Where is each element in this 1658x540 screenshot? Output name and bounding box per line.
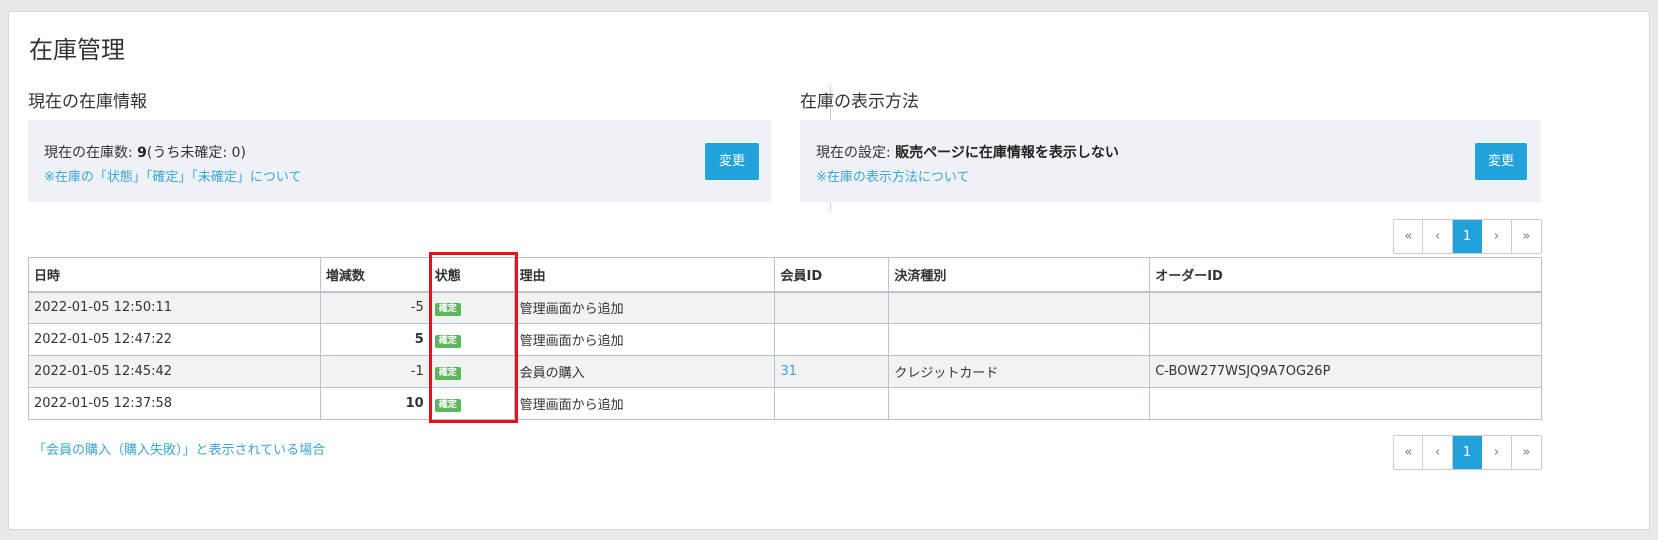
change-stock-button[interactable]: 変更 (705, 143, 759, 180)
table-row: 2022-01-05 12:37:58 10 確定 管理画面から追加 (28, 387, 1542, 420)
cell-payment: クレジットカード (888, 355, 1151, 388)
purchase-failed-help-link[interactable]: 「会員の購入（購入失敗）」と表示されている場合 (33, 439, 325, 458)
cell-payment (888, 323, 1151, 356)
first-page-button[interactable]: « (1394, 436, 1424, 469)
stock-count-label: 現在の在庫数: (44, 145, 138, 161)
cell-reason: 管理画面から追加 (513, 291, 776, 324)
cell-order-id (1149, 387, 1542, 420)
cell-reason: 管理画面から追加 (513, 387, 776, 420)
cell-reason: 管理画面から追加 (513, 323, 776, 356)
display-method-box: 現在の設定: 販売ページに在庫情報を表示しない ※在庫の表示方法について 変更 (800, 120, 1541, 202)
header-payment: 決済種別 (888, 257, 1151, 293)
prev-page-button[interactable]: ‹ (1423, 436, 1453, 469)
cell-date: 2022-01-05 12:47:22 (28, 323, 321, 356)
cell-delta: -1 (319, 355, 430, 388)
next-page-button[interactable]: › (1482, 436, 1512, 469)
display-method-help-link[interactable]: ※在庫の表示方法について (816, 166, 970, 185)
cell-payment (888, 387, 1151, 420)
cell-date: 2022-01-05 12:37:58 (28, 387, 321, 420)
table-header-row: 日時 増減数 状態 理由 会員ID 決済種別 オーダーID (28, 257, 1542, 293)
last-page-button[interactable]: » (1512, 220, 1541, 253)
header-order-id: オーダーID (1149, 257, 1542, 293)
header-member-id: 会員ID (774, 257, 890, 293)
cell-status: 確定 (428, 323, 515, 356)
status-badge: 確定 (434, 302, 461, 316)
page-1-button[interactable]: 1 (1452, 220, 1483, 253)
stock-count-value: 9 (137, 145, 147, 161)
first-page-button[interactable]: « (1394, 220, 1424, 253)
stock-management-panel: 在庫管理 現在の在庫情報 現在の在庫数: 9(うち未確定: 0) ※在庫の「状態… (8, 11, 1650, 530)
header-reason: 理由 (513, 257, 776, 293)
stock-history-table: 日時 増減数 状態 理由 会員ID 決済種別 オーダーID 2022-01-05… (28, 257, 1542, 420)
display-method-title: 在庫の表示方法 (800, 92, 919, 112)
cell-date: 2022-01-05 12:45:42 (28, 355, 321, 388)
member-id-link[interactable]: 31 (780, 364, 797, 379)
cell-date: 2022-01-05 12:50:11 (28, 291, 321, 324)
stock-count-line: 現在の在庫数: 9(うち未確定: 0) (44, 142, 246, 162)
table-row: 2022-01-05 12:45:42 -1 確定 会員の購入 31 クレジット… (28, 355, 1542, 388)
stock-status-help-link[interactable]: ※在庫の「状態」「確定」「未確定」について (44, 166, 302, 185)
pagination-top: « ‹ 1 › » (1393, 219, 1542, 254)
cell-delta: 5 (319, 323, 430, 356)
cell-member-id (774, 387, 890, 420)
cell-order-id: C-BOW277WSJQ9A7OG26P (1149, 355, 1542, 388)
header-delta: 増減数 (319, 257, 430, 293)
cell-status: 確定 (428, 355, 515, 388)
status-badge: 確定 (434, 366, 461, 380)
pagination-bottom: « ‹ 1 › » (1393, 435, 1542, 470)
page-1-button[interactable]: 1 (1452, 436, 1483, 469)
status-badge: 確定 (434, 398, 461, 412)
current-stock-box: 現在の在庫数: 9(うち未確定: 0) ※在庫の「状態」「確定」「未確定」につい… (28, 120, 771, 202)
table-row: 2022-01-05 12:50:11 -5 確定 管理画面から追加 (28, 291, 1542, 324)
display-setting-value: 販売ページに在庫情報を表示しない (895, 145, 1119, 161)
header-status: 状態 (428, 257, 515, 293)
prev-page-button[interactable]: ‹ (1423, 220, 1453, 253)
cell-payment (888, 291, 1151, 324)
unconfirmed-count: (うち未確定: 0) (146, 145, 246, 161)
cell-order-id (1149, 291, 1542, 324)
table-row: 2022-01-05 12:47:22 5 確定 管理画面から追加 (28, 323, 1542, 356)
cell-order-id (1149, 323, 1542, 356)
display-setting-label: 現在の設定: (816, 145, 896, 161)
cell-delta: -5 (319, 291, 430, 324)
current-stock-title: 現在の在庫情報 (28, 92, 147, 112)
cell-member-id (774, 323, 890, 356)
status-badge: 確定 (434, 334, 461, 348)
cell-status: 確定 (428, 291, 515, 324)
cell-member-id: 31 (774, 355, 890, 388)
next-page-button[interactable]: › (1482, 220, 1512, 253)
page-title: 在庫管理 (29, 36, 125, 64)
change-display-button[interactable]: 変更 (1475, 143, 1527, 180)
cell-reason: 会員の購入 (513, 355, 776, 388)
cell-member-id (774, 291, 890, 324)
last-page-button[interactable]: » (1512, 436, 1541, 469)
display-setting-line: 現在の設定: 販売ページに在庫情報を表示しない (816, 142, 1119, 162)
cell-delta: 10 (319, 387, 430, 420)
cell-status: 確定 (428, 387, 515, 420)
header-date: 日時 (28, 257, 321, 293)
